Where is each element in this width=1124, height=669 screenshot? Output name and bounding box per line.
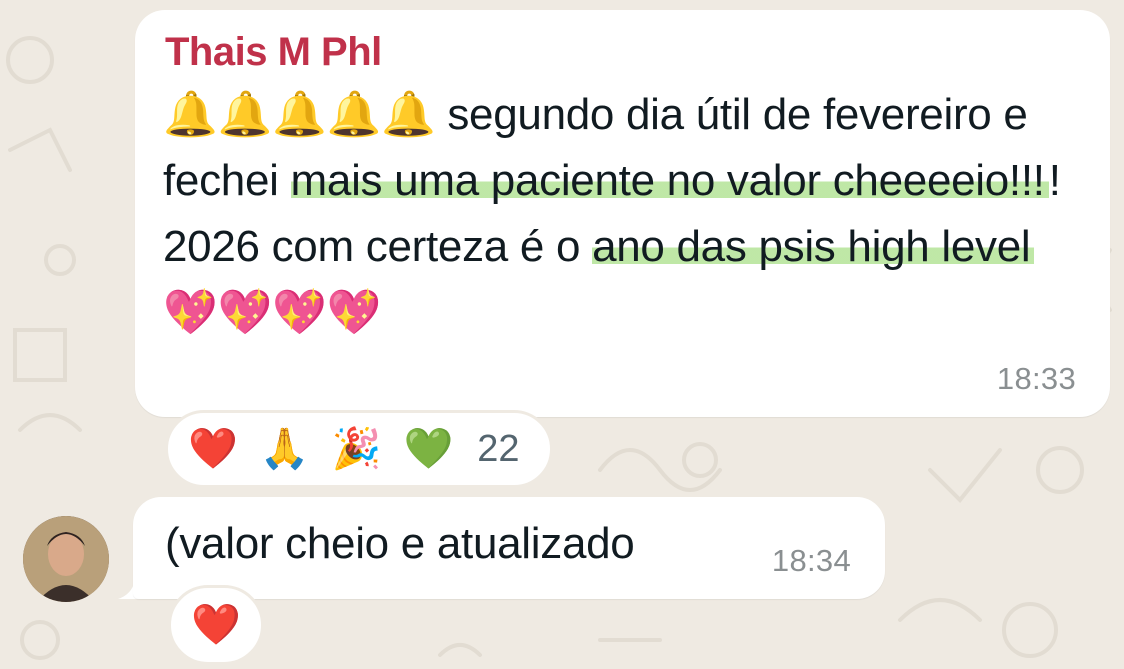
message-timestamp: 18:33 [996,361,1076,396]
heart-reaction-icon: ❤️ [188,427,238,471]
highlighted-text: mais uma paciente no valor cheeeeio!!! [290,156,1049,205]
avatar-photo [23,516,109,602]
message-bubble[interactable]: Thais M Phl 🔔🔔🔔🔔🔔 segundo dia útil de fe… [135,10,1110,417]
reaction-count: 22 [477,427,520,470]
pray-reaction-icon: 🙏 [259,427,310,471]
message-text: (valor cheio e atualizado [165,519,635,568]
reactions-bar[interactable]: ❤️ [168,585,264,665]
sender-name[interactable]: Thais M Phl [165,30,382,75]
message-text: 🔔🔔🔔🔔🔔 segundo dia útil de fevereiro e fe… [163,82,1083,346]
reactions-bar[interactable]: ❤️ 🙏 🎉 💚 22 [165,410,553,488]
sparkling-heart-emojis: 💖💖💖💖 [163,288,381,337]
highlighted-text: ano das psis high level [592,222,1035,271]
heart-reaction-icon: ❤️ [191,603,241,647]
sender-avatar[interactable] [23,516,109,602]
message-timestamp: 18:34 [771,543,851,578]
party-popper-reaction-icon: 🎉 [331,427,382,471]
message-bubble[interactable]: (valor cheio e atualizado 18:34 [133,497,885,599]
green-heart-reaction-icon: 💚 [403,427,454,471]
